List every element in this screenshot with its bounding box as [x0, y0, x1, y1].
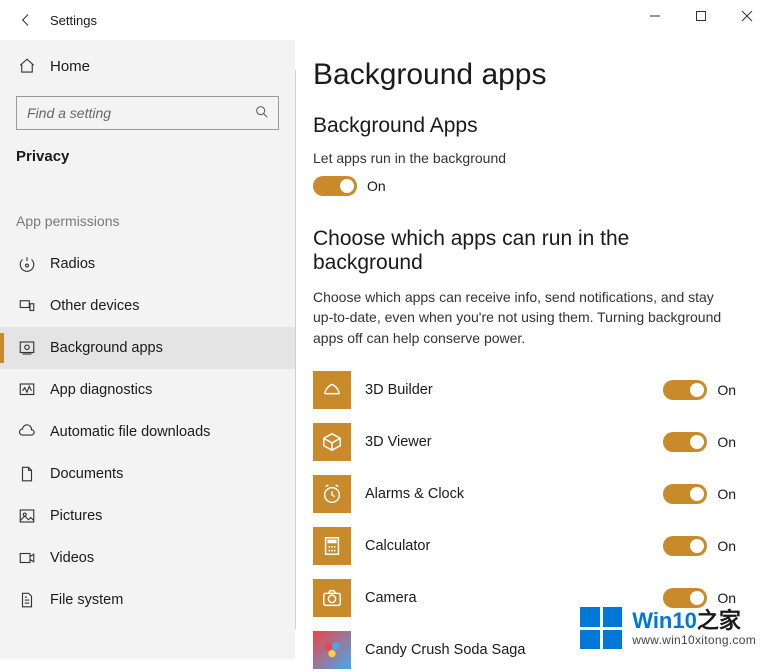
- app-toggle[interactable]: On: [663, 588, 742, 608]
- devices-icon: [18, 297, 36, 315]
- home-label: Home: [50, 58, 90, 75]
- watermark-title: Win10之家: [632, 608, 756, 633]
- app-toggle-state: On: [717, 538, 736, 554]
- app-toggle-state: On: [717, 434, 736, 450]
- sidebar-item-video[interactable]: Videos: [0, 537, 295, 579]
- app-toggle-state: On: [717, 590, 736, 606]
- app-toggle-state: On: [717, 382, 736, 398]
- sidebar: Home Privacy App permissions Radios Other…: [0, 40, 295, 659]
- toggle-switch-icon: [663, 536, 707, 556]
- vertical-divider: [295, 70, 296, 629]
- app-toggle-state: On: [717, 486, 736, 502]
- section-background-apps: Background Apps: [313, 114, 742, 138]
- picture-icon: [18, 507, 36, 525]
- app-name-label: 3D Builder: [365, 382, 649, 398]
- back-button[interactable]: [6, 0, 46, 40]
- app-toggle[interactable]: On: [663, 536, 742, 556]
- toggle-switch-icon: [313, 176, 357, 196]
- candy-icon: [313, 631, 351, 669]
- window-title: Settings: [46, 13, 97, 28]
- search-input[interactable]: [25, 104, 225, 122]
- content-pane: Background apps Background Apps Let apps…: [295, 40, 770, 659]
- sidebar-item-label: Pictures: [50, 508, 102, 524]
- sidebar-item-background[interactable]: Background apps: [0, 327, 295, 369]
- sidebar-item-label: File system: [50, 592, 123, 608]
- sidebar-item-label: Other devices: [50, 298, 139, 314]
- minimize-button[interactable]: [632, 0, 678, 32]
- sidebar-item-label: Documents: [50, 466, 123, 482]
- maximize-button[interactable]: [678, 0, 724, 32]
- section-description: Choose which apps can receive info, send…: [313, 287, 733, 348]
- title-bar: Settings: [0, 0, 770, 40]
- sidebar-item-devices[interactable]: Other devices: [0, 285, 295, 327]
- sidebar-item-label: Automatic file downloads: [50, 424, 210, 440]
- builder3d-icon: [313, 371, 351, 409]
- video-icon: [18, 549, 36, 567]
- sidebar-item-label: Background apps: [50, 340, 163, 356]
- app-name-label: Camera: [365, 590, 649, 606]
- close-button[interactable]: [724, 0, 770, 32]
- section-privacy: Privacy: [0, 144, 295, 183]
- sidebar-item-cloud[interactable]: Automatic file downloads: [0, 411, 295, 453]
- global-toggle[interactable]: On: [313, 176, 386, 196]
- app-row: 3D Builder On: [313, 368, 742, 412]
- app-name-label: 3D Viewer: [365, 434, 649, 450]
- sidebar-item-label: Radios: [50, 256, 95, 272]
- home-icon: [18, 57, 36, 75]
- document-icon: [18, 465, 36, 483]
- filesystem-icon: [18, 591, 36, 609]
- search-icon: [254, 104, 270, 123]
- cloud-icon: [18, 423, 36, 441]
- app-row: Calculator On: [313, 524, 742, 568]
- global-toggle-caption: Let apps run in the background: [313, 150, 742, 166]
- app-row: Alarms & Clock On: [313, 472, 742, 516]
- sidebar-item-diagnostics[interactable]: App diagnostics: [0, 369, 295, 411]
- app-name-label: Alarms & Clock: [365, 486, 649, 502]
- toggle-switch-icon: [663, 588, 707, 608]
- sidebar-item-picture[interactable]: Pictures: [0, 495, 295, 537]
- sidebar-item-label: Videos: [50, 550, 94, 566]
- search-box[interactable]: [16, 96, 279, 130]
- sidebar-item-filesystem[interactable]: File system: [0, 579, 295, 621]
- toggle-switch-icon: [663, 380, 707, 400]
- sidebar-item-label: App diagnostics: [50, 382, 152, 398]
- global-toggle-state: On: [367, 178, 386, 194]
- calculator-icon: [313, 527, 351, 565]
- app-toggle[interactable]: On: [663, 432, 742, 452]
- group-app-permissions: App permissions: [0, 183, 295, 243]
- app-name-label: Calculator: [365, 538, 649, 554]
- toggle-switch-icon: [663, 432, 707, 452]
- sidebar-item-radios[interactable]: Radios: [0, 243, 295, 285]
- app-row: 3D Viewer On: [313, 420, 742, 464]
- section-choose-apps: Choose which apps can run in the backgro…: [313, 227, 742, 275]
- windows-logo-icon: [580, 607, 622, 649]
- clock-icon: [313, 475, 351, 513]
- watermark-url: www.win10xitong.com: [632, 634, 756, 648]
- page-title: Background apps: [313, 58, 742, 92]
- radios-icon: [18, 255, 36, 273]
- sidebar-item-document[interactable]: Documents: [0, 453, 295, 495]
- watermark: Win10之家 www.win10xitong.com: [580, 607, 756, 649]
- app-toggle[interactable]: On: [663, 484, 742, 504]
- diagnostics-icon: [18, 381, 36, 399]
- background-icon: [18, 339, 36, 357]
- toggle-switch-icon: [663, 484, 707, 504]
- cube-icon: [313, 423, 351, 461]
- home-nav[interactable]: Home: [0, 46, 295, 86]
- app-toggle[interactable]: On: [663, 380, 742, 400]
- camera-icon: [313, 579, 351, 617]
